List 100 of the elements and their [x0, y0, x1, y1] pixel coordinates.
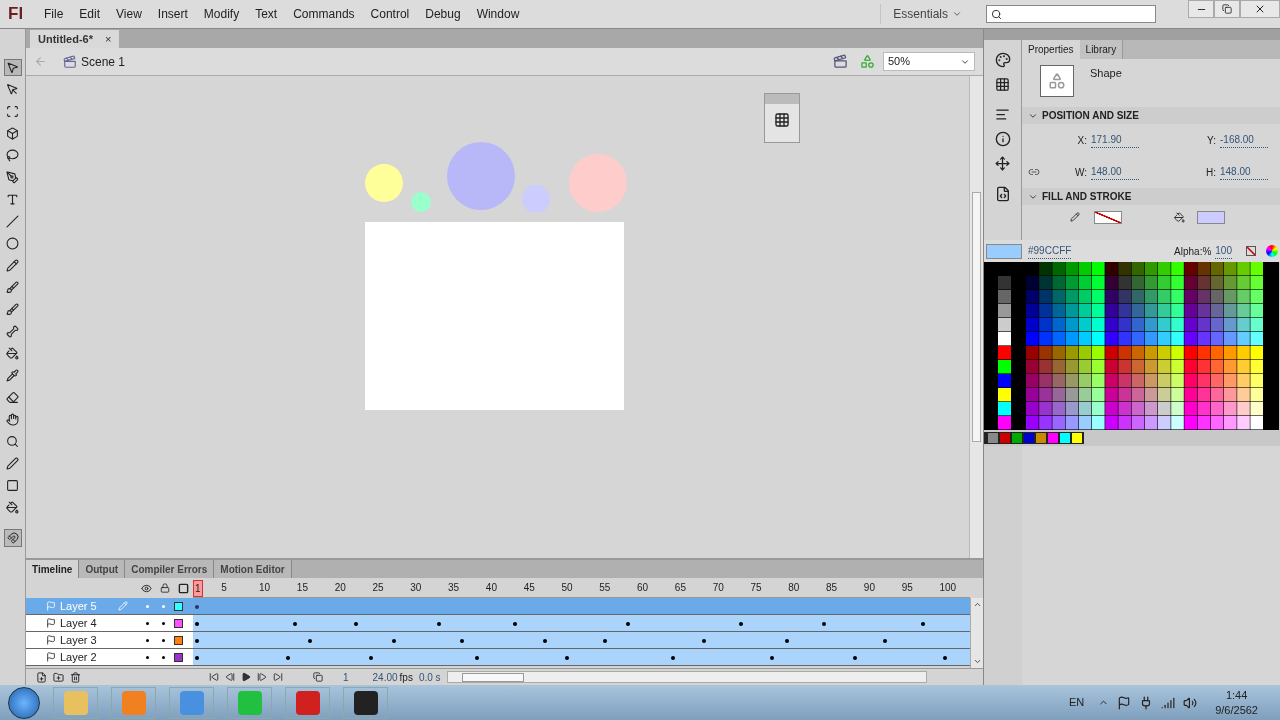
flag-icon[interactable] [1117, 695, 1132, 710]
script-icon[interactable] [994, 186, 1011, 202]
layer-name: Layer 3 [60, 632, 98, 648]
menu-item[interactable]: Window [468, 5, 528, 23]
edit-scene-icon[interactable] [833, 54, 848, 69]
pencil-icon[interactable] [3, 257, 22, 274]
stroke-color-icon[interactable] [3, 455, 22, 472]
panel-tab[interactable]: Motion Editor [214, 560, 292, 578]
horizontal-scrollbar[interactable] [446, 671, 927, 683]
outline-icon[interactable] [178, 582, 189, 594]
search-field[interactable] [986, 5, 1156, 23]
link-icon[interactable] [1028, 166, 1040, 178]
frame-number: 55 [599, 581, 611, 595]
document-tab[interactable]: Untitled-6* × [30, 30, 120, 48]
layer-row[interactable]: Layer 3 [26, 632, 193, 648]
layer-row[interactable]: Layer 2 [26, 649, 193, 665]
close-tab-button[interactable]: × [105, 30, 112, 48]
color-wheel-icon[interactable] [1266, 245, 1278, 257]
volume-icon[interactable] [1183, 695, 1198, 710]
value-field[interactable]: -168.00 [1220, 132, 1268, 148]
new-folder-icon[interactable] [53, 671, 64, 683]
panel-tab[interactable]: Properties [1022, 40, 1080, 59]
grid-icon[interactable] [774, 112, 790, 128]
selection-tool-icon[interactable] [3, 59, 22, 76]
scroll-down-icon[interactable] [972, 657, 982, 666]
delete-icon[interactable] [70, 671, 81, 683]
align-icon[interactable] [995, 107, 1010, 122]
deco-brush-icon[interactable] [3, 301, 22, 318]
layer-color-swatch[interactable] [174, 601, 183, 611]
new-layer-icon[interactable] [36, 671, 47, 683]
alpha-field[interactable]: 100 [1215, 243, 1232, 259]
document-title: Untitled-6* [38, 31, 93, 47]
brush-icon[interactable] [3, 279, 22, 296]
grid-icon[interactable] [995, 77, 1010, 92]
zoom-dropdown[interactable]: 50% [883, 52, 975, 71]
palette-icon[interactable] [994, 52, 1011, 68]
timeline-scrollbar[interactable] [970, 598, 983, 668]
layer-color-swatch[interactable] [174, 618, 183, 628]
layer-color-swatch[interactable] [174, 635, 183, 645]
elapsed-time: 0.0 s [418, 670, 441, 685]
transform-icon[interactable] [995, 156, 1010, 171]
frame-number: 40 [485, 581, 497, 595]
workspace-dropdown[interactable]: Essentials [880, 4, 974, 24]
field-label: X: [1077, 133, 1087, 148]
scene-label[interactable]: Scene 1 [81, 52, 126, 71]
color-swatches-drawing[interactable] [984, 262, 1279, 446]
menu-item[interactable]: View [108, 5, 150, 23]
onion-skin-icon[interactable] [313, 672, 323, 682]
value-field[interactable]: 148.00 [1091, 164, 1139, 180]
menu-item[interactable]: Modify [195, 5, 248, 23]
signal-icon[interactable] [1161, 695, 1176, 710]
snap-magnet-icon[interactable] [3, 529, 22, 547]
value-field[interactable]: 148.00 [1220, 164, 1268, 180]
step-back-icon[interactable] [225, 672, 235, 682]
restore-button[interactable] [1214, 0, 1240, 18]
menu-item[interactable]: Text [247, 5, 286, 23]
frame-number: 25 [372, 581, 384, 595]
current-frame[interactable]: 1 [343, 669, 349, 685]
menu-item[interactable]: Commands [285, 5, 363, 23]
eye-icon[interactable] [141, 582, 152, 594]
play-icon[interactable] [241, 672, 251, 682]
stroke-color-swatch[interactable] [1094, 210, 1122, 224]
frame-number: 60 [637, 581, 649, 595]
fill-color-swatch[interactable] [1197, 210, 1225, 224]
first-frame-icon[interactable] [209, 672, 219, 682]
alpha-label: Alpha:% [1174, 244, 1212, 259]
clock-date[interactable]: 9/6/2562 [1215, 702, 1258, 718]
panel-tab[interactable]: Library [1079, 40, 1124, 59]
oval-tool-icon[interactable] [3, 235, 22, 252]
layer-name: Layer 5 [60, 598, 98, 614]
taskbar-app-icon[interactable] [343, 686, 388, 719]
frame-number: 5 [221, 581, 227, 595]
layer-color-swatch[interactable] [174, 652, 183, 662]
menu-item[interactable]: File [36, 5, 72, 23]
panel-tab[interactable]: Output [79, 560, 126, 578]
info-icon[interactable] [994, 131, 1011, 147]
panel-tab[interactable]: Timeline [26, 560, 80, 578]
scroll-up-icon[interactable] [972, 600, 982, 609]
start-button[interactable] [8, 686, 40, 719]
lasso-icon[interactable] [3, 147, 22, 164]
vertical-scrollbar[interactable] [969, 76, 983, 558]
color-preview [986, 243, 1022, 259]
last-frame-icon[interactable] [273, 672, 283, 682]
layer-row[interactable]: Layer 4 [26, 615, 193, 631]
clock-time[interactable]: 1:44 [1225, 687, 1248, 703]
no-color-icon[interactable] [1246, 246, 1256, 256]
menu-item[interactable]: Control [362, 5, 418, 23]
menu-item[interactable]: Insert [149, 5, 196, 23]
menu-item[interactable]: Edit [71, 5, 109, 23]
frame-number: 45 [523, 581, 535, 595]
layer-name: Layer 4 [60, 615, 98, 631]
menu-item[interactable]: Debug [417, 5, 469, 23]
step-forward-icon[interactable] [257, 672, 267, 682]
frame-rate[interactable]: 24.00 [372, 669, 398, 685]
language-indicator[interactable]: EN [1068, 694, 1085, 711]
hand-icon[interactable] [3, 411, 22, 428]
value-field[interactable]: 171.90 [1091, 132, 1139, 148]
panel-tab[interactable]: Compiler Errors [125, 560, 215, 578]
hex-field[interactable]: #99CCFF [1028, 243, 1072, 259]
lock-icon[interactable] [160, 583, 170, 593]
